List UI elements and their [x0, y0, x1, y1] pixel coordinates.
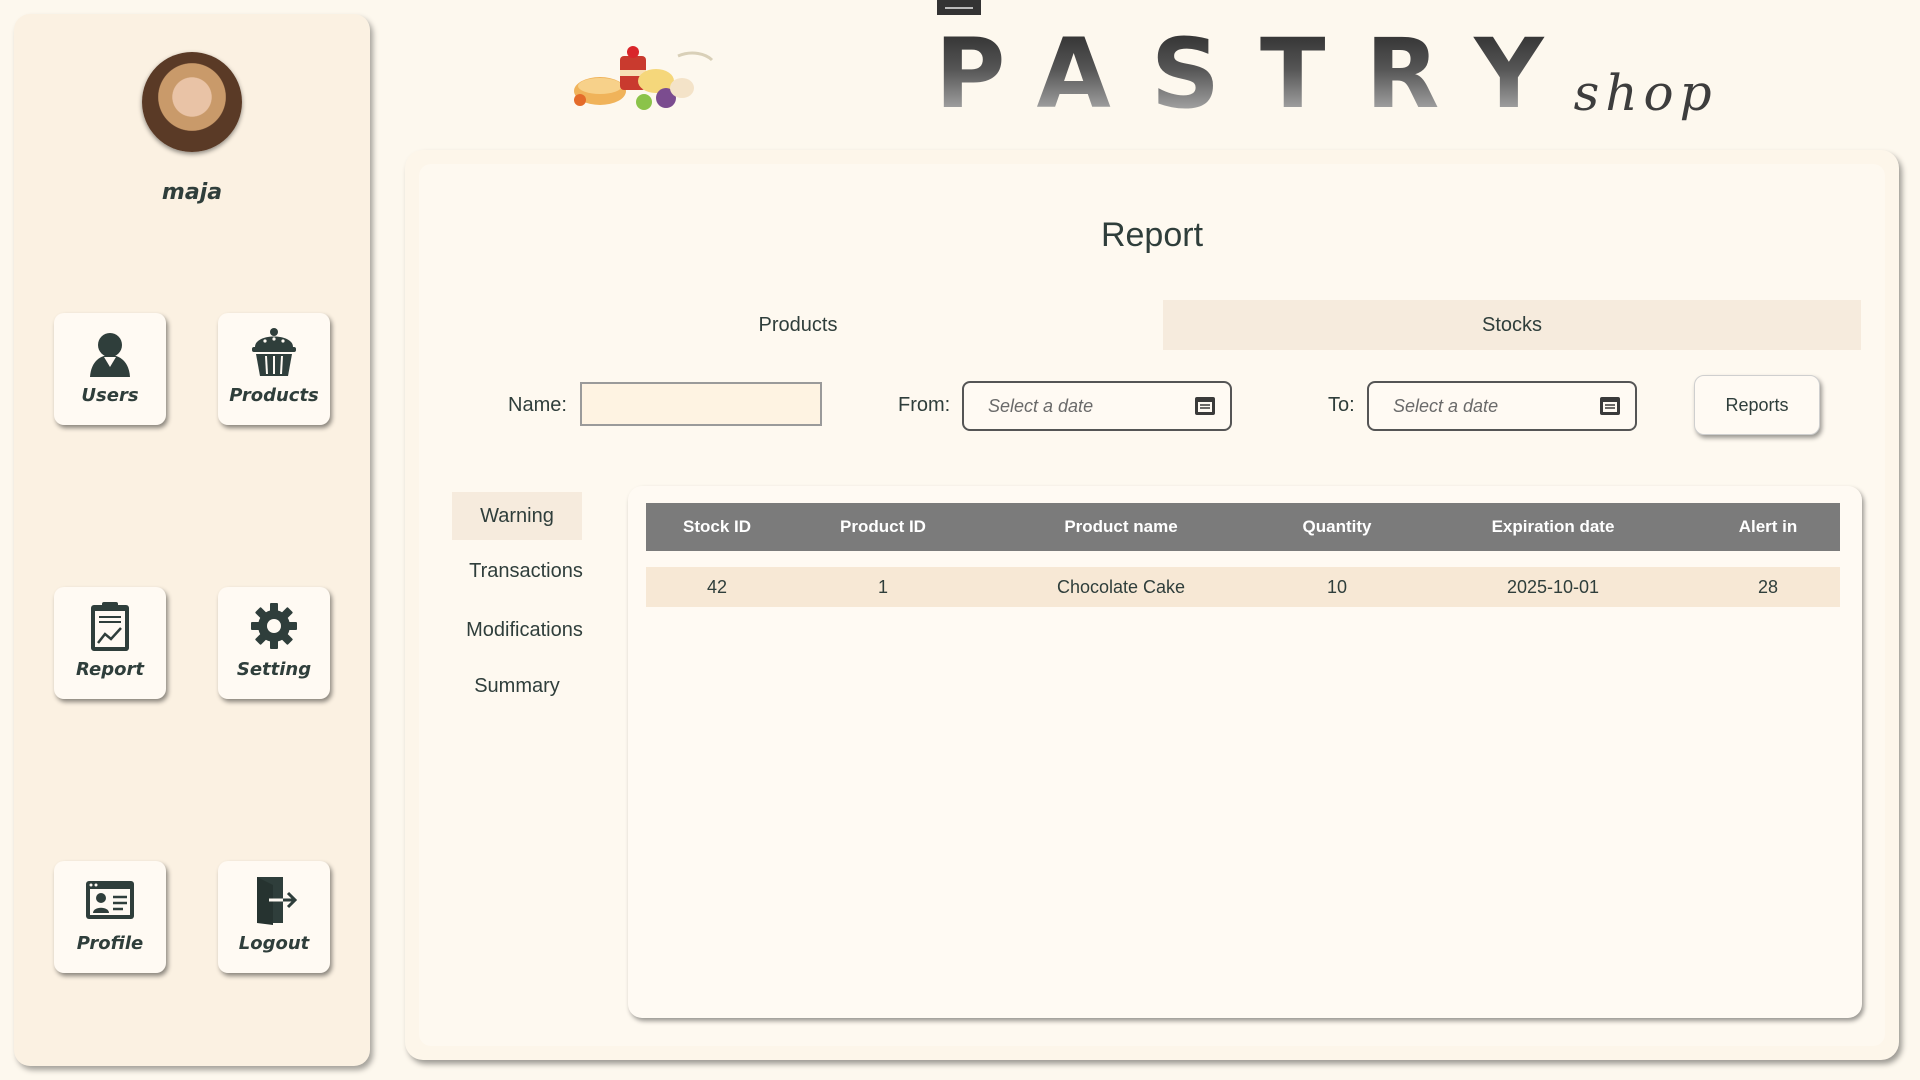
- nav-logout-label: Logout: [238, 933, 310, 954]
- id-card-icon: [86, 881, 134, 919]
- calendar-icon[interactable]: [1599, 395, 1621, 417]
- nav-users-label: Users: [81, 385, 139, 406]
- username: maja: [161, 180, 223, 205]
- brand-title: PASTRY: [935, 18, 1584, 130]
- cell-quantity: 10: [1264, 567, 1410, 607]
- table-header-row: Stock ID Product ID Product name Quantit…: [646, 503, 1840, 551]
- reports-button[interactable]: Reports: [1694, 375, 1820, 435]
- pastry-logo-illustration: [574, 46, 714, 110]
- cell-product-name: Chocolate Cake: [978, 567, 1264, 607]
- brand-logo: PASTRY shop: [935, 24, 1718, 124]
- calendar-icon[interactable]: [1194, 395, 1216, 417]
- cell-expiration-date: 2025-10-01: [1410, 567, 1696, 607]
- nav-setting-button[interactable]: Setting: [218, 587, 330, 699]
- report-type-summary[interactable]: Summary: [452, 662, 582, 710]
- nav-profile-button[interactable]: Profile: [54, 861, 166, 973]
- page-title: Report: [1100, 216, 1204, 254]
- clipboard-chart-icon: [91, 602, 129, 651]
- from-date-picker[interactable]: Select a date: [962, 381, 1232, 431]
- column-header-product-name[interactable]: Product name: [978, 503, 1264, 551]
- nav-setting-label: Setting: [236, 659, 312, 680]
- nav-products-label: Products: [229, 385, 319, 406]
- report-type-warning[interactable]: Warning: [452, 492, 582, 540]
- nav-logout-button[interactable]: Logout: [218, 861, 330, 973]
- column-header-stock-id[interactable]: Stock ID: [646, 503, 788, 551]
- nav-users-button[interactable]: Users: [54, 313, 166, 425]
- column-header-alert-in[interactable]: Alert in: [1696, 503, 1840, 551]
- from-label: From:: [898, 394, 951, 416]
- cell-alert-in: 28: [1696, 567, 1840, 607]
- column-header-expiration-date[interactable]: Expiration date: [1410, 503, 1696, 551]
- cupcake-icon: [252, 328, 296, 376]
- brand-subtitle: shop: [1573, 64, 1718, 122]
- table-row[interactable]: 42 1 Chocolate Cake 10 2025-10-01 28: [646, 567, 1840, 607]
- to-label: To:: [1328, 394, 1355, 416]
- sidebar: maja Users Products Report Setting Profi…: [14, 14, 370, 1066]
- name-input[interactable]: [580, 382, 822, 426]
- logout-icon: [257, 877, 298, 925]
- nav-profile-label: Profile: [76, 933, 144, 954]
- to-date-picker[interactable]: Select a date: [1367, 381, 1637, 431]
- table-spacer: [646, 551, 1840, 567]
- window-drag-handle[interactable]: [937, 0, 981, 15]
- from-date-placeholder: Select a date: [988, 395, 1094, 416]
- column-header-product-id[interactable]: Product ID: [788, 503, 978, 551]
- warning-table: Stock ID Product ID Product name Quantit…: [646, 503, 1840, 607]
- column-header-quantity[interactable]: Quantity: [1264, 503, 1410, 551]
- name-label: Name:: [508, 394, 567, 416]
- user-icon: [90, 333, 130, 377]
- report-type-modifications[interactable]: Modifications: [452, 606, 597, 654]
- nav-products-button[interactable]: Products: [218, 313, 330, 425]
- to-date-placeholder: Select a date: [1393, 395, 1499, 416]
- cell-product-id: 1: [788, 567, 978, 607]
- report-type-transactions[interactable]: Transactions: [452, 547, 600, 595]
- cell-stock-id: 42: [646, 567, 788, 607]
- tab-products[interactable]: Products: [449, 300, 1147, 350]
- tab-stocks[interactable]: Stocks: [1163, 300, 1861, 350]
- gear-icon: [251, 603, 297, 649]
- avatar: [142, 52, 242, 152]
- nav-report-button[interactable]: Report: [54, 587, 166, 699]
- nav-report-label: Report: [76, 659, 144, 680]
